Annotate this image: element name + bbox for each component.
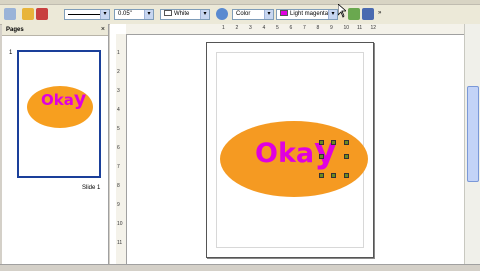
selection-handle[interactable]	[344, 140, 349, 145]
vertical-ruler: 1 2 3 4 5 6 7 8 9 10 11	[116, 34, 127, 264]
pages-panel-header: Pages ×	[2, 24, 108, 36]
pages-panel-title: Pages	[6, 27, 24, 33]
ruler-number: 10	[343, 25, 350, 31]
selection-handle[interactable]	[331, 173, 336, 178]
ruler-number: 3	[249, 25, 252, 31]
slide-thumbnail[interactable]: Okay	[17, 50, 101, 178]
ruler-number: 2	[235, 25, 239, 31]
ruler-number: 4	[117, 107, 120, 113]
slide-number: 1	[9, 50, 13, 56]
thumbnail-text: Okay	[41, 88, 86, 110]
ruler-number: 12	[370, 25, 377, 31]
ruler-number: 1	[117, 50, 120, 56]
fill-type-select[interactable]: Color ▾	[232, 9, 274, 20]
vertical-scrollbar[interactable]	[464, 24, 480, 264]
line-color-select[interactable]: White ▾	[160, 9, 210, 20]
close-icon[interactable]: ×	[101, 26, 105, 34]
selection-handle[interactable]	[319, 140, 324, 145]
toolbar-top-edge	[0, 0, 480, 5]
ruler-number: 7	[303, 25, 306, 31]
ruler-number: 3	[117, 88, 120, 94]
line-style-select[interactable]: ▾	[64, 9, 110, 20]
drawing-toolbar: ▾ 0.05" ▾ White ▾ Color ▾ Light magenta …	[0, 0, 480, 25]
arrow-style-icon[interactable]	[36, 8, 48, 20]
fill-color-select[interactable]: Light magenta ▾	[276, 9, 338, 20]
fill-color-label: Light magenta	[290, 11, 329, 17]
line-style-preview	[68, 14, 100, 15]
ruler-number: 6	[289, 25, 293, 31]
fill-color-swatch	[280, 10, 288, 17]
ruler-number: 4	[262, 25, 266, 31]
ruler-number: 11	[117, 240, 123, 246]
ruler-number: 1	[222, 25, 225, 31]
selection-handle[interactable]	[331, 140, 336, 145]
okay-text-small: Oka	[255, 138, 315, 169]
selection-handle[interactable]	[319, 154, 324, 159]
line-width-value: 0.05"	[118, 11, 132, 17]
chevron-down-icon: ▾	[100, 10, 109, 19]
pages-panel: Pages × 1 Okay Slide 1	[2, 24, 109, 264]
ruler-number: 5	[276, 25, 279, 31]
fill-type-label: Color	[236, 11, 251, 17]
slide-page[interactable]: Okay	[206, 42, 374, 258]
ruler-number: 9	[117, 202, 120, 208]
chevron-down-icon: ▾	[264, 10, 273, 19]
thumbnail-text-small: Oka	[41, 91, 74, 109]
ruler-number: 8	[316, 25, 320, 31]
spinner-icon: ▾	[144, 10, 153, 19]
ruler-number: 6	[117, 145, 120, 151]
okay-text[interactable]: Okay	[255, 133, 337, 172]
line-color-swatch	[164, 10, 172, 17]
chevron-down-icon: ▾	[200, 10, 209, 19]
okay-text-big: y	[314, 131, 337, 171]
ruler-number: 11	[357, 25, 363, 31]
mouse-cursor-icon	[337, 3, 348, 18]
shadow-icon[interactable]	[348, 8, 360, 20]
line-properties-icon[interactable]	[22, 8, 34, 20]
ruler-number: 5	[117, 126, 120, 132]
chevron-down-icon: ▾	[328, 10, 337, 19]
scrollbar-thumb[interactable]	[467, 86, 479, 182]
ruler-number: 2	[117, 69, 120, 75]
ruler-number: 9	[330, 25, 333, 31]
arrange-icon[interactable]	[362, 8, 374, 20]
selection-handle[interactable]	[344, 173, 349, 178]
selection-handle[interactable]	[319, 173, 324, 178]
selection-handle[interactable]	[344, 154, 349, 159]
thumbnail-text-big: y	[73, 88, 87, 110]
overflow-icon[interactable]: »	[378, 10, 384, 18]
toolbar-grip-icon[interactable]	[4, 8, 16, 20]
slide-label: Slide 1	[82, 185, 101, 191]
line-width-field[interactable]: 0.05" ▾	[114, 9, 154, 20]
ruler-number: 7	[117, 164, 120, 170]
ruler-number: 8	[117, 183, 120, 189]
line-color-label: White	[174, 11, 190, 17]
ruler-number: 10	[117, 221, 123, 227]
horizontal-ruler: 1 2 3 4 5 6 7 8 9 10 11 12	[126, 24, 464, 35]
area-icon[interactable]	[216, 8, 228, 20]
